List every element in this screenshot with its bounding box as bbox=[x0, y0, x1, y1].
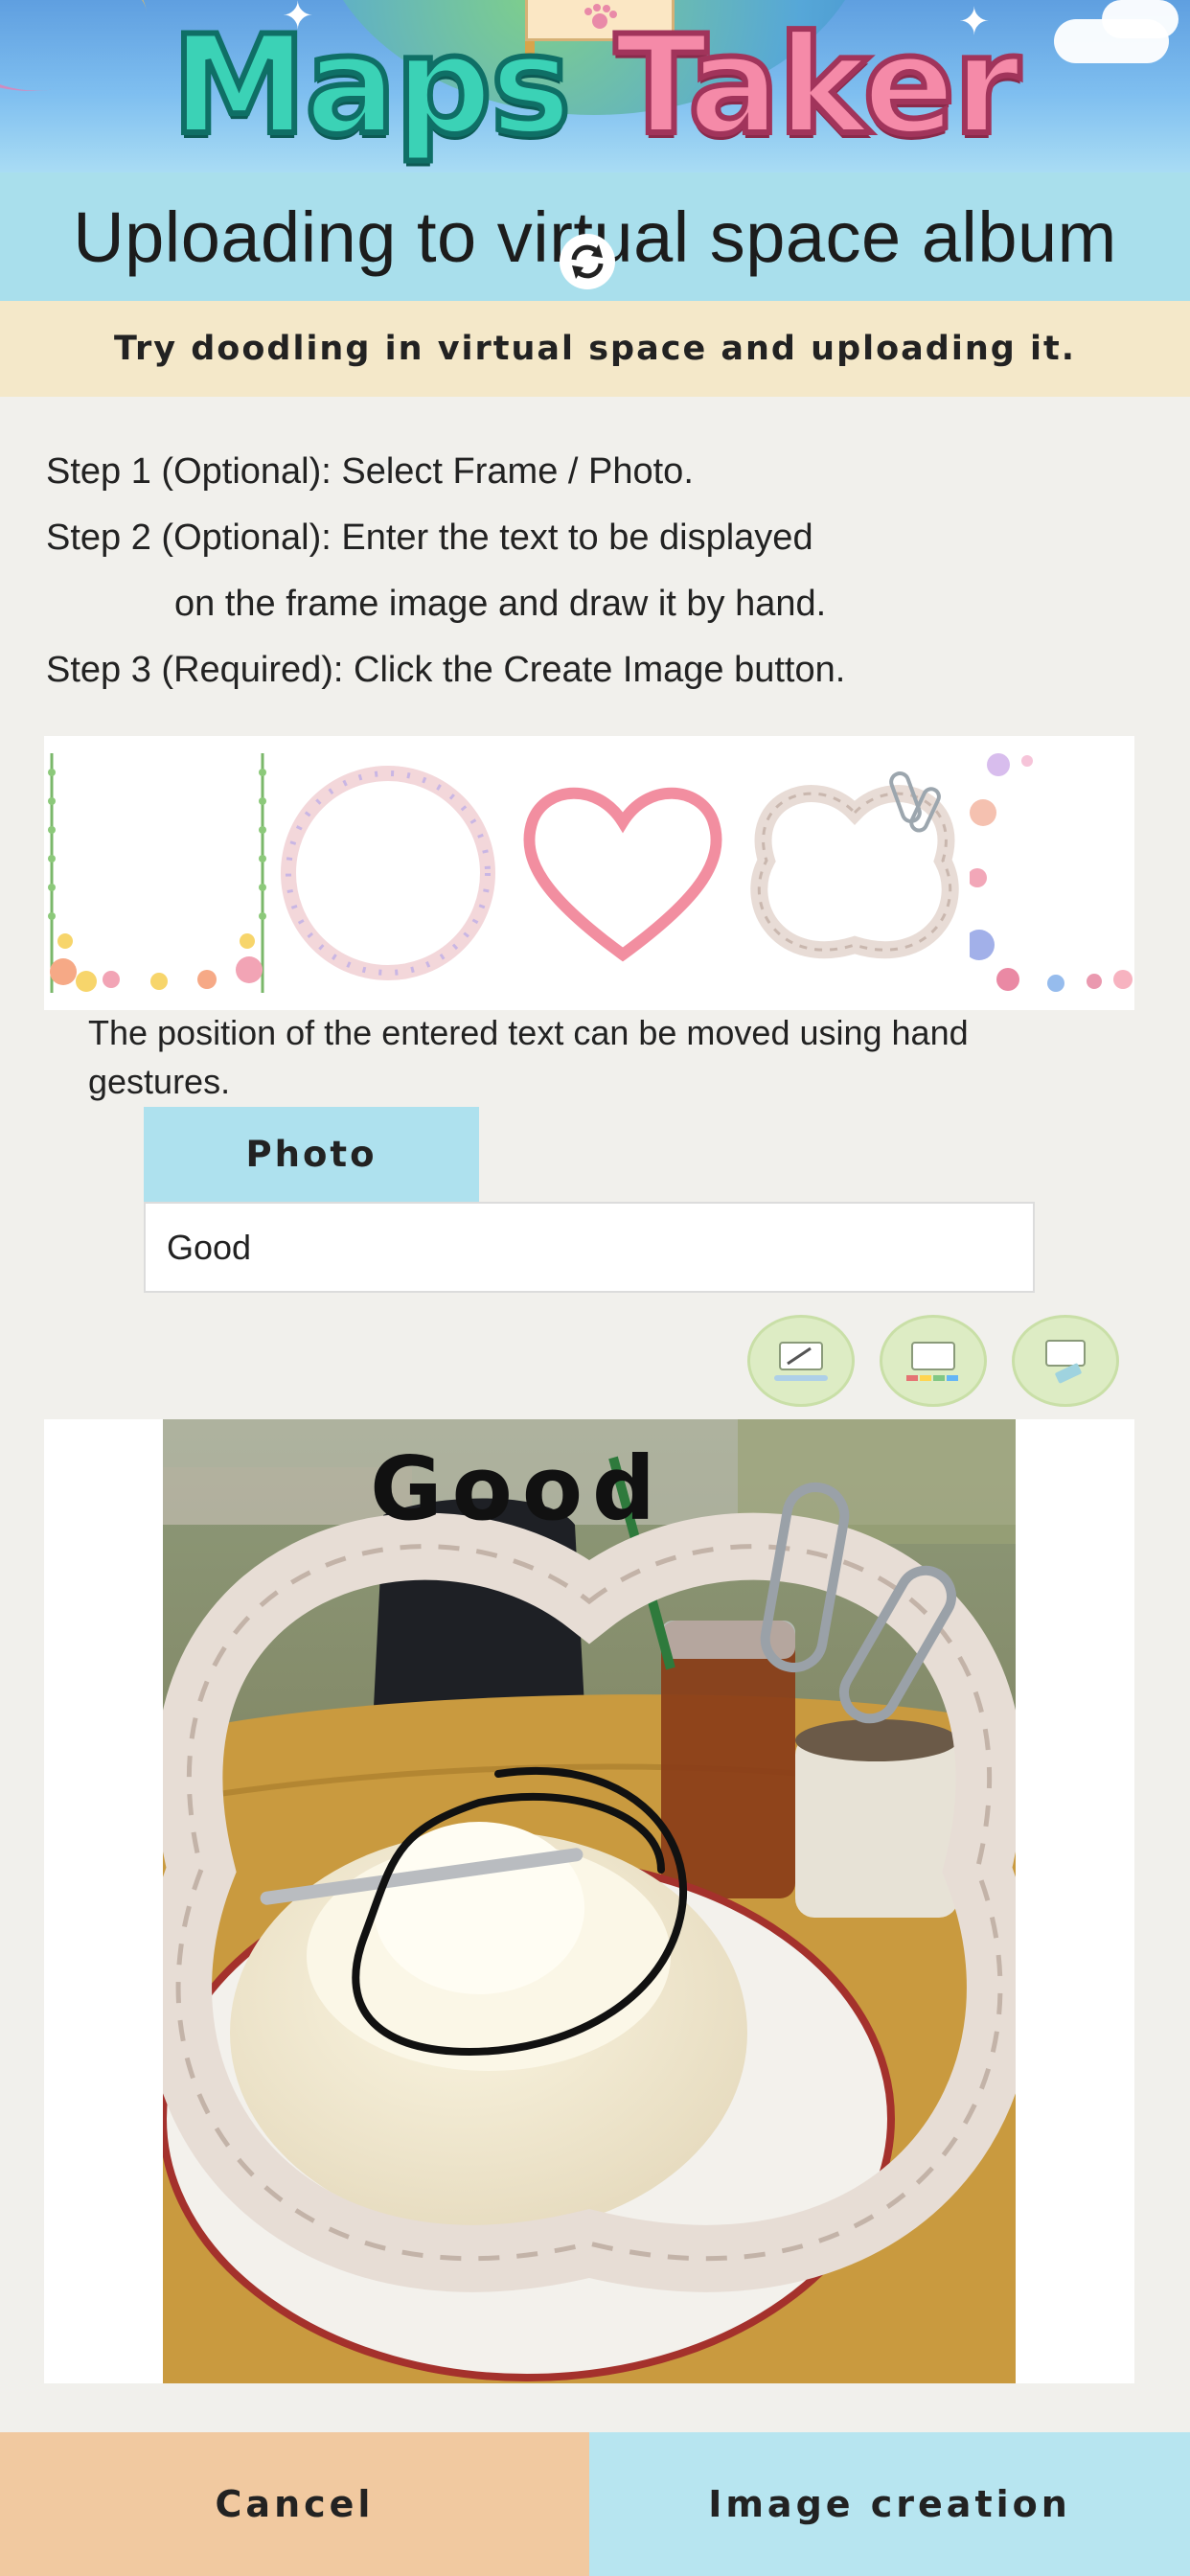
image-canvas[interactable] bbox=[44, 1419, 1134, 2383]
overlay-text-input[interactable] bbox=[144, 1202, 1035, 1293]
frame-option-pink-heart[interactable] bbox=[506, 753, 740, 993]
text-position-note: The position of the entered text can be … bbox=[88, 1013, 969, 1101]
tab-photo[interactable]: Photo bbox=[144, 1107, 479, 1202]
app-banner: ✦ ✦ Maps Taker bbox=[0, 0, 1190, 172]
hint-banner: Try doodling in virtual space and upload… bbox=[0, 301, 1190, 397]
step-1-text: Step 1 (Optional): Select Frame / Photo. bbox=[46, 451, 694, 492]
refresh-icon[interactable] bbox=[560, 234, 615, 289]
cafe-pancake-photo bbox=[163, 1419, 1016, 2383]
frame-option-watercolor-floral[interactable] bbox=[964, 753, 1134, 993]
cancel-button[interactable]: Cancel bbox=[0, 2432, 589, 2576]
eraser-icon[interactable] bbox=[1012, 1315, 1119, 1407]
frame-option-flower-border[interactable] bbox=[44, 753, 270, 993]
step-2-text: Step 2 (Optional): Enter the text to be … bbox=[46, 518, 813, 558]
frame-selector bbox=[44, 736, 1134, 1010]
step-3-text: Step 3 (Required): Click the Create Imag… bbox=[46, 650, 846, 690]
logo-word-taker: Taker bbox=[612, 7, 1023, 165]
drawing-tools bbox=[747, 1315, 1131, 1411]
logo-word-maps: Maps bbox=[169, 7, 574, 165]
pen-draw-icon[interactable] bbox=[747, 1315, 855, 1407]
step-2-continuation: on the frame image and draw it by hand. bbox=[174, 584, 827, 624]
frame-option-dotted-circle[interactable] bbox=[270, 753, 506, 993]
color-palette-icon[interactable] bbox=[880, 1315, 987, 1407]
frame-option-clover-clip[interactable] bbox=[740, 753, 970, 993]
app-logo: Maps Taker bbox=[0, 15, 1190, 157]
image-creation-button[interactable]: Image creation bbox=[589, 2432, 1190, 2576]
instructions: Step 1 (Optional): Select Frame / Photo.… bbox=[46, 439, 1157, 703]
canvas-overlay-text[interactable]: Good bbox=[297, 1438, 738, 1540]
